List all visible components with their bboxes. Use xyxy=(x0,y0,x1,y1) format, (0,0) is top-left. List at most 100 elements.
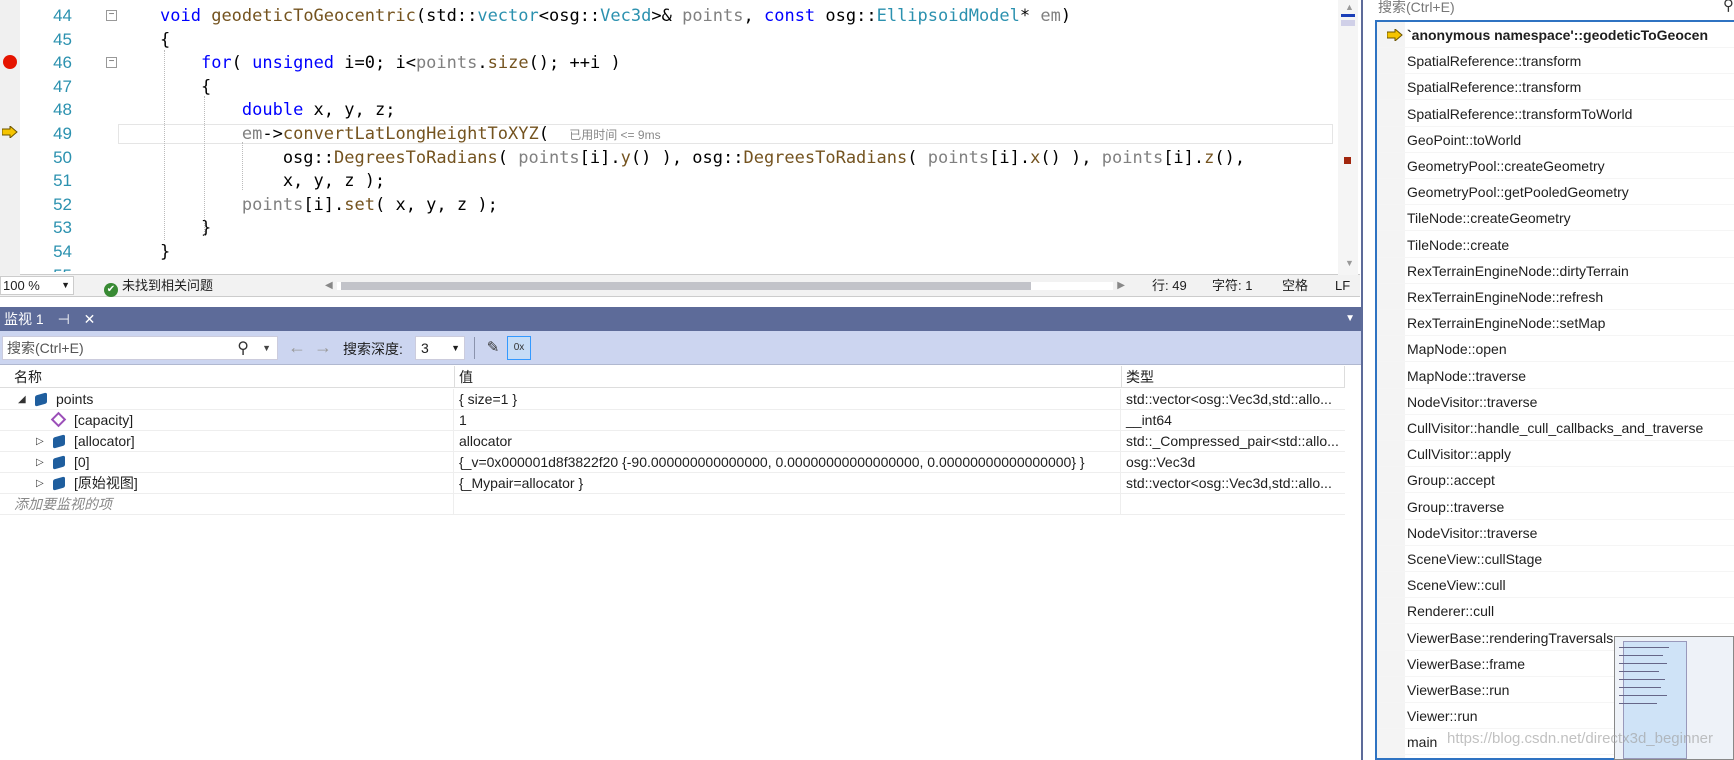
code-editor[interactable]: 44− void geodeticToGeocentric(std::vector… xyxy=(0,0,1360,275)
pin-icon[interactable]: ⊣ xyxy=(58,311,70,327)
watch-value[interactable]: {_Mypair=allocator } xyxy=(455,473,1121,494)
code-line[interactable]: 44 − void geodeticToGeocentric(std::vector… xyxy=(0,4,1330,28)
call-stack-frame[interactable]: Renderer::cull xyxy=(1377,598,1734,625)
call-stack-frame[interactable]: SpatialReference::transform xyxy=(1377,48,1734,75)
watch-value[interactable]: {_v=0x000001d8f3822f20 {-90.000000000000… xyxy=(455,452,1121,473)
code-line[interactable]: 45 { xyxy=(0,28,1330,52)
add-watch-placeholder[interactable]: 添加要监视的项 xyxy=(14,496,112,512)
editor-horizontal-scrollbar[interactable]: ◀ ▶ xyxy=(325,279,1125,292)
watch-value[interactable]: { size=1 } xyxy=(455,389,1121,410)
watch-tab-label: 监视 1 xyxy=(4,311,44,327)
expand-icon[interactable]: ▷ xyxy=(36,431,44,452)
eol-indicator[interactable]: LF xyxy=(1335,275,1350,297)
panel-options-icon[interactable]: ▼ xyxy=(1345,307,1355,331)
toolbar-separator xyxy=(474,337,475,359)
watch-row[interactable]: ▷ [原始视图] {_Mypair=allocator } std::vector<o… xyxy=(0,473,1345,494)
code-token: for xyxy=(200,53,232,74)
code-line[interactable]: 53 } xyxy=(0,216,1330,240)
search-depth-dropdown[interactable]: 3 ▼ xyxy=(415,336,465,360)
watch-row[interactable]: ▷ [allocator] allocator std::_Compressed_pa… xyxy=(0,431,1345,452)
issues-indicator[interactable]: ✔ 未找到相关问题 xyxy=(104,275,213,297)
code-line[interactable]: 47 { xyxy=(0,75,1330,99)
whitespace-indicator[interactable]: 空格 xyxy=(1282,275,1308,297)
watch-grid: 名称 值 类型 ◢ points{ size=1 } std::vector<osg… xyxy=(0,366,1361,760)
call-stack-frame[interactable]: NodeVisitor::traverse xyxy=(1377,520,1734,546)
line-number: 49 xyxy=(53,124,72,143)
code-line[interactable]: 51 x, y, z ); xyxy=(0,169,1330,193)
call-stack-frame[interactable]: Group::traverse xyxy=(1377,494,1734,520)
code-text: void geodeticToGeocentric(std::vector<os… xyxy=(160,4,1071,28)
column-header-value[interactable]: 值 xyxy=(455,366,1122,388)
code-token: [i]. xyxy=(579,147,621,168)
watch-value[interactable]: allocator xyxy=(455,431,1121,452)
watch-value[interactable]: 1 xyxy=(455,410,1121,431)
call-stack-search-input[interactable]: 搜索(Ctrl+E) ⚲ xyxy=(1363,0,1734,18)
code-line[interactable]: 46 − for( unsigned i=0; i<points.size(); … xyxy=(0,51,1330,75)
tab-watch-1[interactable]: 监视 1 ⊣ ✕ xyxy=(0,307,112,331)
call-stack-frame[interactable]: RexTerrainEngineNode::setMap xyxy=(1377,310,1734,337)
call-stack-frame[interactable]: SceneView::cull xyxy=(1377,572,1734,599)
expand-icon[interactable]: ◢ xyxy=(18,389,26,410)
search-icon[interactable]: ⚲ xyxy=(1723,0,1734,13)
expand-icon[interactable]: ▷ xyxy=(36,473,44,494)
watch-row[interactable]: ▷ [0] {_v=0x000001d8f3822f20 {-90.00000000… xyxy=(0,452,1345,473)
watch-name: [原始视图] xyxy=(74,475,138,491)
code-line[interactable]: 54} xyxy=(0,240,1330,264)
call-stack-frame[interactable]: RexTerrainEngineNode::refresh xyxy=(1377,284,1734,310)
column-header-type[interactable]: 类型 xyxy=(1122,366,1345,388)
call-stack-frame[interactable]: SpatialReference::transformToWorld xyxy=(1377,101,1734,127)
call-stack-frame[interactable]: GeometryPool::createGeometry xyxy=(1377,153,1734,179)
watch-search-input[interactable]: 搜索(Ctrl+E) ⚲ ▼ xyxy=(2,336,278,360)
check-icon: ✔ xyxy=(104,283,118,297)
code-line[interactable]: 50 osg::DegreesToRadians( points[i].y() … xyxy=(0,146,1330,170)
code-line[interactable]: 48 double x, y, z; xyxy=(0,98,1330,122)
watch-vertical-scrollbar[interactable] xyxy=(1345,366,1361,760)
call-stack-frame[interactable]: CullVisitor::apply xyxy=(1377,441,1734,468)
watch-row[interactable]: [capacity] 1 __int64 xyxy=(0,410,1345,431)
chevron-down-icon[interactable]: ▼ xyxy=(262,337,271,359)
code-token: ( xyxy=(497,147,519,168)
scroll-right-icon[interactable]: ▶ xyxy=(1117,275,1125,297)
call-stack-frame[interactable]: CullVisitor::handle_cull_callbacks_and_t… xyxy=(1377,415,1734,441)
line-indicator[interactable]: 行: 49 xyxy=(1152,275,1187,297)
search-icon[interactable]: ⚲ xyxy=(237,338,249,360)
call-stack-frame[interactable]: GeoPoint::toWorld xyxy=(1377,127,1734,153)
call-stack-frame[interactable]: MapNode::open xyxy=(1377,336,1734,363)
watch-type: std::_Compressed_pair<std::allo... xyxy=(1126,433,1339,449)
call-stack-frame[interactable]: SpatialReference::transform xyxy=(1377,74,1734,101)
call-stack-frame[interactable]: TileNode::createGeometry xyxy=(1377,205,1734,232)
call-stack-frame[interactable]: RexTerrainEngineNode::dirtyTerrain xyxy=(1377,258,1734,284)
call-stack-frame[interactable]: NodeVisitor::traverse xyxy=(1377,389,1734,415)
call-stack-frame[interactable]: `anonymous namespace'::geodeticToGeocen xyxy=(1377,22,1734,48)
call-stack-frame[interactable]: SceneView::cullStage xyxy=(1377,546,1734,572)
fold-toggle-icon[interactable]: − xyxy=(106,57,117,69)
code-line[interactable]: 49 em->convertLatLongHeightToXYZ( 已用时间 <… xyxy=(0,122,1330,146)
char-indicator[interactable]: 字符: 1 xyxy=(1212,275,1252,297)
editor-vertical-scrollbar[interactable]: ▲ ▼ xyxy=(1338,0,1358,275)
pin-watch-icon[interactable]: ✎ xyxy=(483,338,503,358)
hex-display-button[interactable]: 0x xyxy=(507,336,531,360)
call-stack-frame[interactable]: Group::accept xyxy=(1377,467,1734,494)
call-stack-frame[interactable]: TileNode::create xyxy=(1377,232,1734,258)
add-watch-row[interactable]: 添加要监视的项 xyxy=(0,494,1345,515)
zoom-dropdown[interactable]: 100 % ▼ xyxy=(0,276,74,295)
call-stack-frame[interactable]: MapNode::traverse xyxy=(1377,363,1734,389)
scrollbar-thumb[interactable] xyxy=(341,282,1031,290)
object-icon xyxy=(35,392,47,407)
code-token: { xyxy=(160,29,171,50)
back-arrow-icon[interactable]: ← xyxy=(288,337,306,358)
code-token: y xyxy=(620,147,631,168)
column-header-name[interactable]: 名称 xyxy=(0,366,455,388)
watch-toolbar: 搜索(Ctrl+E) ⚲ ▼ ← → 搜索深度: 3 ▼ ✎ 0x xyxy=(0,331,1361,365)
indent-guide xyxy=(164,50,165,240)
code-line[interactable]: 52 points[i].set( x, y, z ); xyxy=(0,193,1330,217)
scroll-left-icon[interactable]: ◀ xyxy=(325,275,333,297)
issues-label: 未找到相关问题 xyxy=(122,278,214,293)
forward-arrow-icon[interactable]: → xyxy=(314,337,332,358)
fold-toggle-icon[interactable]: − xyxy=(106,10,117,21)
watch-row[interactable]: ◢ points { size=1 } std::vector<osg::Vec3d,… xyxy=(0,389,1345,410)
expand-icon[interactable]: ▷ xyxy=(36,452,44,473)
close-icon[interactable]: ✕ xyxy=(84,311,96,327)
call-stack-frame[interactable]: GeometryPool::getPooledGeometry xyxy=(1377,179,1734,206)
